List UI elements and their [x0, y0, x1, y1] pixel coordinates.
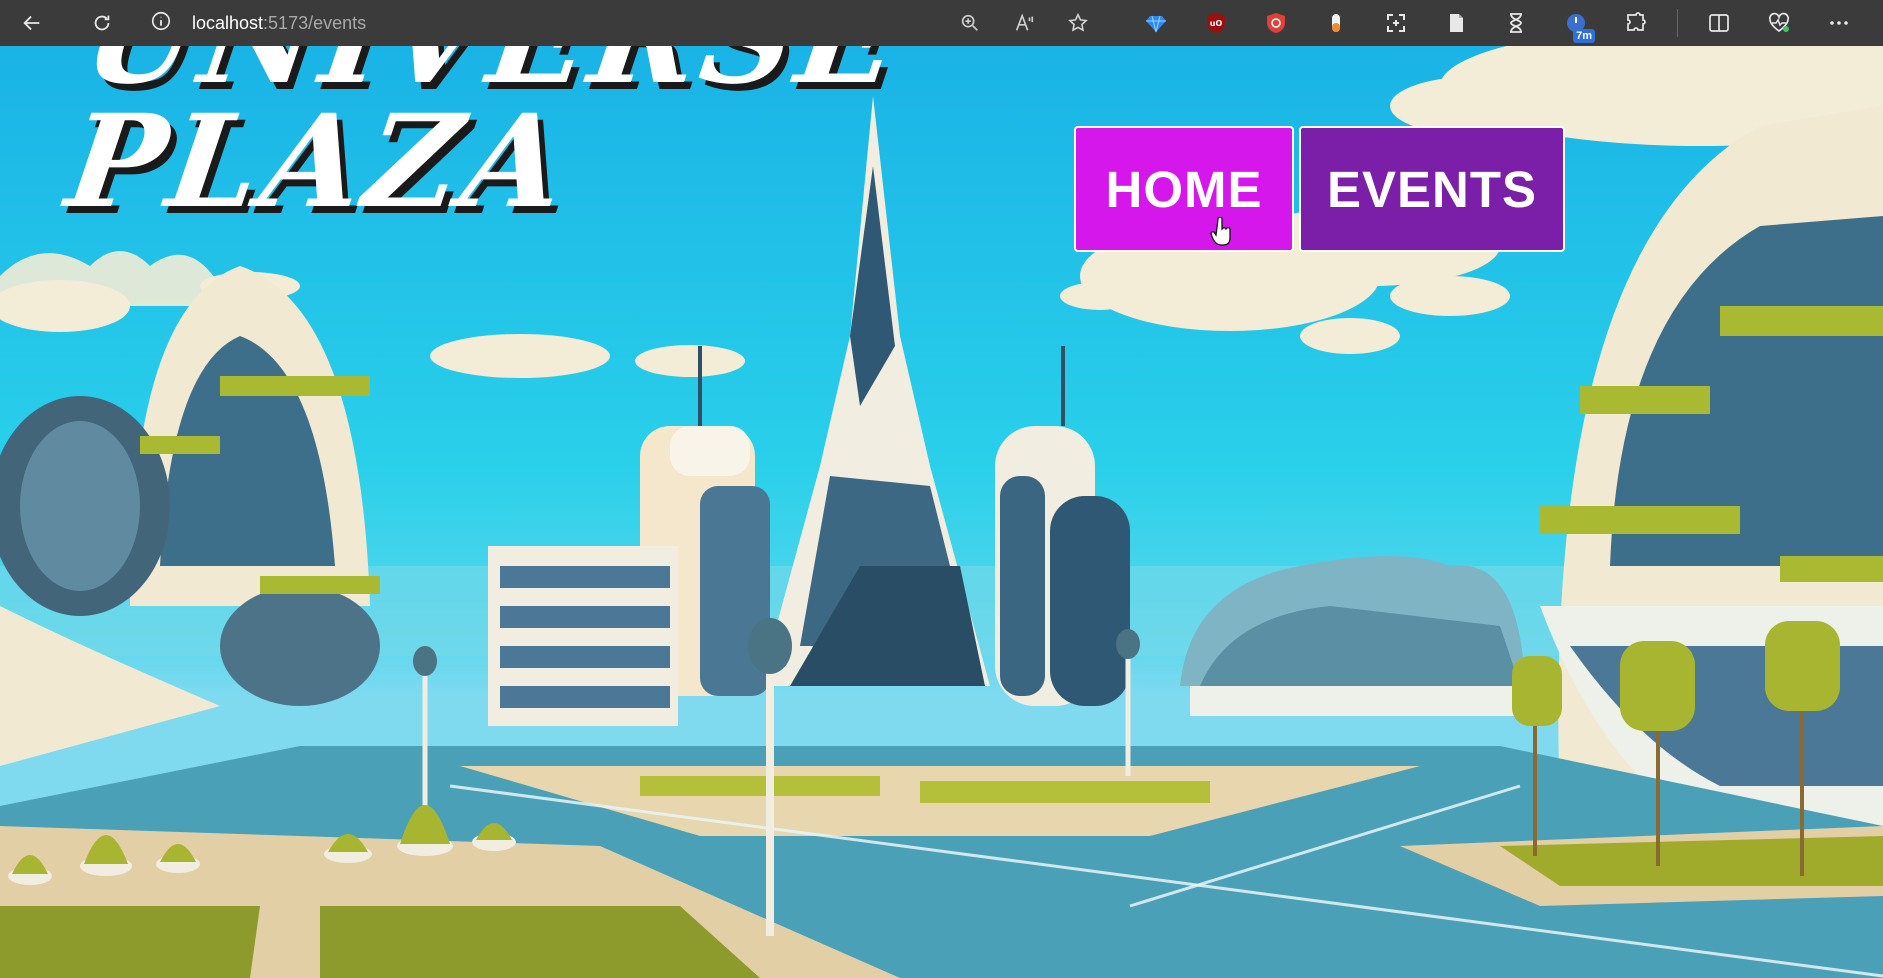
url-host: localhost: [192, 12, 264, 33]
events-nav-button[interactable]: EVENTS: [1299, 126, 1565, 252]
toolbar-separator: [1677, 9, 1678, 37]
document-icon[interactable]: [1437, 6, 1475, 40]
hand-pointer-cursor-icon: [1210, 217, 1231, 246]
gem-extension-icon[interactable]: [1137, 6, 1175, 40]
timer-extension-icon[interactable]: 7m: [1557, 6, 1595, 43]
back-icon: [23, 15, 40, 31]
read-aloud-icon[interactable]: [1009, 8, 1039, 38]
url-text[interactable]: localhost:5173/events: [192, 13, 366, 34]
url-path: :5173/events: [263, 12, 367, 33]
ublock-icon[interactable]: uO: [1197, 6, 1235, 40]
block-building: [488, 546, 678, 726]
zoom-icon[interactable]: [955, 8, 985, 38]
page-viewport: UNIVERSE PLAZA HOME EVENTS: [0, 46, 1883, 978]
puzzle-extensions-icon[interactable]: [1617, 6, 1655, 40]
split-screen-icon[interactable]: [1700, 6, 1738, 40]
back-button[interactable]: [12, 3, 52, 43]
twin-towers: [995, 346, 1130, 706]
main-nav: HOME EVENTS: [1074, 126, 1565, 252]
shield-extension-icon[interactable]: [1257, 6, 1295, 40]
left-buildings: [0, 266, 380, 766]
more-menu-icon[interactable]: [1820, 6, 1858, 40]
info-icon[interactable]: [150, 10, 172, 36]
browser-toolbar: localhost:5173/events uO 7m: [0, 0, 1883, 46]
capsule-extension-icon[interactable]: [1317, 6, 1355, 40]
address-bar-actions: [955, 8, 1093, 38]
right-buildings: [1540, 106, 1883, 826]
svg-text:uO: uO: [1210, 19, 1223, 28]
refresh-icon: [94, 15, 110, 31]
favorite-star-icon[interactable]: [1063, 8, 1093, 38]
hourglass-icon[interactable]: [1497, 6, 1535, 40]
site-title: UNIVERSE PLAZA: [58, 46, 911, 237]
timer-badge: 7m: [1573, 29, 1595, 43]
screenshot-icon[interactable]: [1377, 6, 1415, 40]
address-bar[interactable]: localhost:5173/events: [150, 7, 1080, 39]
extensions-bar: uO 7m: [1137, 6, 1858, 43]
refresh-button[interactable]: [82, 3, 122, 43]
health-icon[interactable]: [1760, 6, 1798, 40]
home-nav-button[interactable]: HOME: [1074, 126, 1294, 252]
